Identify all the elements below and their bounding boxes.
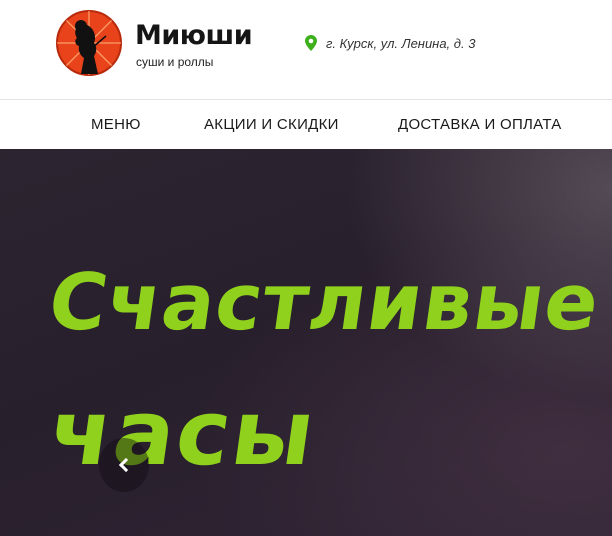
hero-headline-line2: часы (43, 381, 324, 486)
logo-title: Миюши (135, 20, 253, 51)
geisha-umbrella-emblem-icon (56, 10, 122, 76)
address-text: г. Курск, ул. Ленина, д. 3 (326, 35, 476, 51)
chevron-left-icon (118, 457, 134, 473)
hero-slider: Счастливые часы (0, 149, 612, 536)
map-pin-icon (305, 35, 317, 51)
nav-item-menu[interactable]: МЕНЮ (91, 100, 141, 149)
site-header: Миюши суши и роллы г. Курск, ул. Ленина,… (0, 0, 612, 100)
nav-item-delivery[interactable]: ДОСТАВКА И ОПЛАТА (398, 100, 562, 149)
hero-headline-line1: Счастливые (43, 258, 606, 348)
nav-item-promotions[interactable]: АКЦИИ И СКИДКИ (204, 100, 339, 149)
logo[interactable]: Миюши суши и роллы (54, 8, 254, 78)
main-navigation: МЕНЮ АКЦИИ И СКИДКИ ДОСТАВКА И ОПЛАТА (0, 99, 612, 149)
logo-subtitle: суши и роллы (136, 55, 214, 69)
store-address: г. Курск, ул. Ленина, д. 3 (305, 34, 475, 52)
slider-prev-button[interactable] (99, 438, 149, 492)
